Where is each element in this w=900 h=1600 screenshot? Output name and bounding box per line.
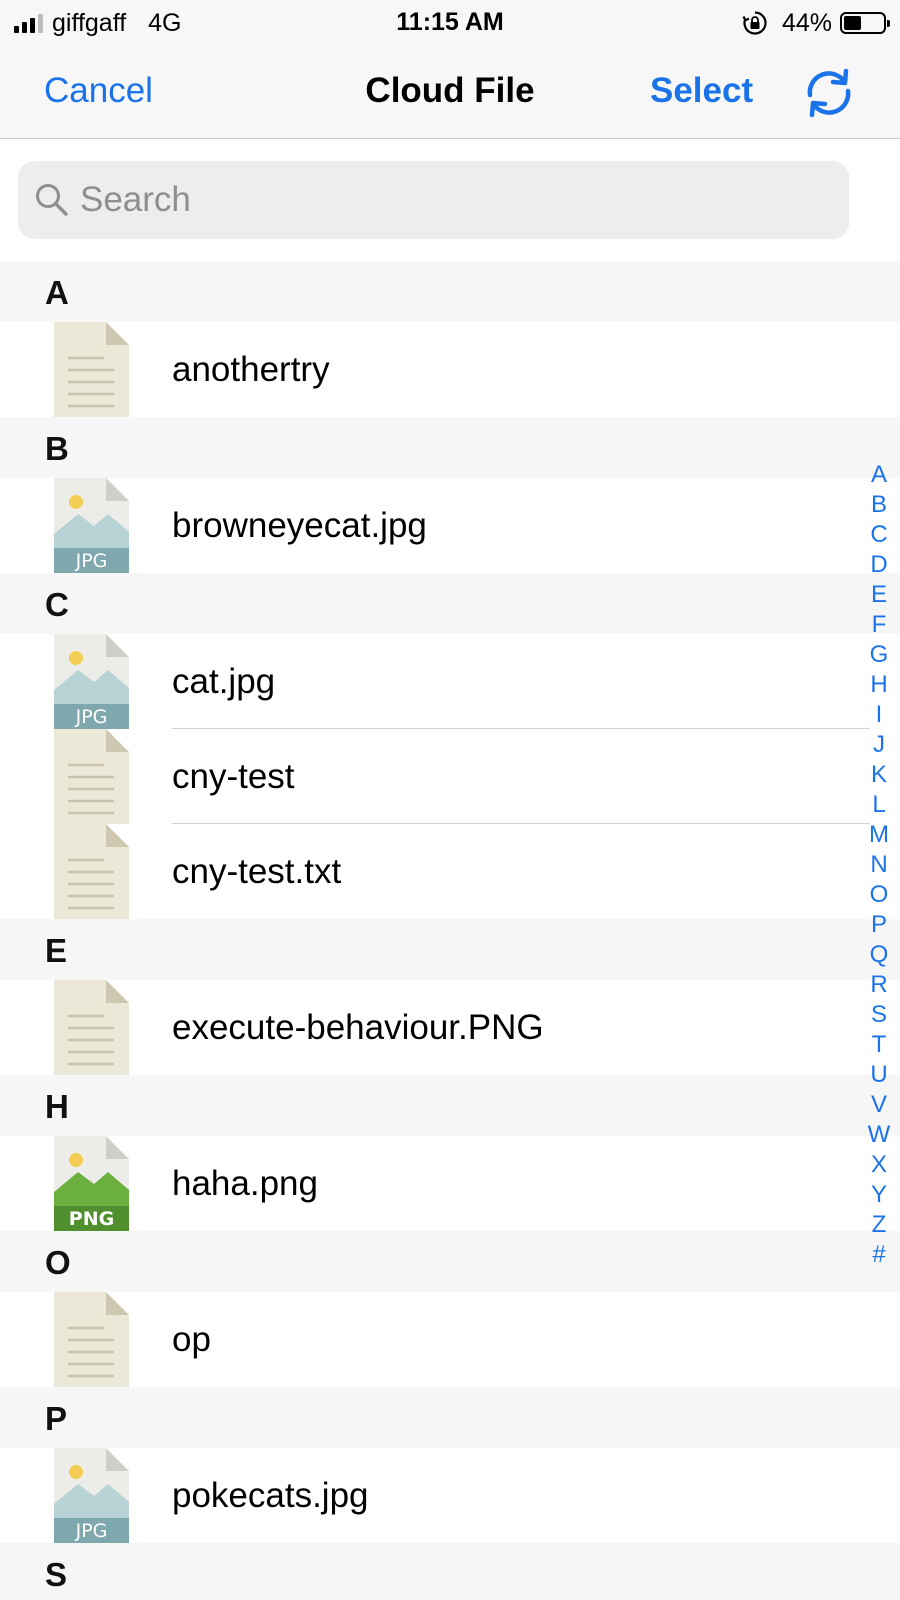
document-icon — [54, 729, 129, 824]
index-letter[interactable]: J — [864, 730, 894, 760]
jpg-image-icon: JPG — [54, 1448, 129, 1543]
jpg-image-icon: JPG — [54, 478, 129, 573]
index-letter[interactable]: D — [864, 550, 894, 580]
section-header-e: E — [0, 919, 900, 980]
index-letter[interactable]: S — [864, 1000, 894, 1030]
index-letter[interactable]: L — [864, 790, 894, 820]
svg-text:JPG: JPG — [75, 550, 108, 572]
index-letter[interactable]: Z — [864, 1210, 894, 1240]
document-icon — [54, 824, 129, 919]
file-name: haha.png — [172, 1164, 318, 1203]
png-image-icon: PNG — [54, 1136, 129, 1231]
file-name: anothertry — [172, 350, 330, 389]
index-letter[interactable]: K — [864, 760, 894, 790]
index-letter[interactable]: N — [864, 850, 894, 880]
select-button[interactable]: Select — [650, 70, 753, 112]
document-icon — [54, 322, 129, 417]
index-letter[interactable]: # — [864, 1240, 894, 1270]
file-name: cny-test — [172, 757, 295, 796]
page-title: Cloud File — [365, 71, 535, 110]
section-header-o: O — [0, 1231, 900, 1292]
search-area — [0, 139, 900, 261]
file-row[interactable]: PNG haha.png — [0, 1136, 900, 1231]
orientation-lock-icon — [742, 11, 767, 35]
file-name: cat.jpg — [172, 662, 276, 701]
battery-icon — [840, 12, 890, 34]
file-name: browneyecat.jpg — [172, 506, 427, 545]
status-right: 44% — [742, 8, 890, 38]
index-letter[interactable]: C — [864, 520, 894, 550]
index-letter[interactable]: P — [864, 910, 894, 940]
index-letter[interactable]: W — [864, 1120, 894, 1150]
refresh-icon[interactable] — [802, 66, 856, 120]
search-field[interactable] — [18, 161, 849, 239]
file-row[interactable]: JPG pokecats.jpg — [0, 1448, 900, 1543]
file-name: cny-test.txt — [172, 852, 342, 891]
file-name: execute-behaviour.PNG — [172, 1008, 544, 1047]
battery-percent: 44% — [781, 9, 832, 37]
file-row[interactable]: JPG cat.jpg — [0, 634, 900, 729]
svg-text:JPG: JPG — [75, 706, 108, 728]
index-letter[interactable]: R — [864, 970, 894, 1000]
svg-text:JPG: JPG — [75, 1520, 108, 1542]
file-row[interactable]: anothertry — [0, 322, 900, 417]
index-letter[interactable]: B — [864, 490, 894, 520]
section-header-s: S — [0, 1543, 900, 1600]
document-icon — [54, 1292, 129, 1387]
index-letter[interactable]: T — [864, 1030, 894, 1060]
index-letter[interactable]: H — [864, 670, 894, 700]
section-header-a: A — [0, 261, 900, 322]
file-row[interactable]: JPG browneyecat.jpg — [0, 478, 900, 573]
index-letter[interactable]: F — [864, 610, 894, 640]
file-row[interactable]: cny-test.txt — [0, 824, 900, 919]
search-icon — [36, 184, 68, 216]
section-header-h: H — [0, 1075, 900, 1136]
status-bar: giffgaff 4G 11:15 AM 44% — [0, 0, 900, 46]
file-row[interactable]: cny-test — [0, 729, 900, 824]
index-letter[interactable]: O — [864, 880, 894, 910]
index-letter[interactable]: I — [864, 700, 894, 730]
index-letter[interactable]: U — [864, 1060, 894, 1090]
index-letter[interactable]: X — [864, 1150, 894, 1180]
section-index[interactable]: A B C D E F G H I J K L M N O P Q R S T U V W X Y Z # — [864, 460, 894, 1270]
file-list: A anothertry B JPG browneyecat.jpg C J PG… — [0, 261, 900, 1600]
section-header-c: C — [0, 573, 900, 634]
file-row[interactable]: op — [0, 1292, 900, 1387]
svg-text:PNG: PNG — [69, 1208, 114, 1230]
file-name: pokecats.jpg — [172, 1476, 369, 1515]
document-icon — [54, 980, 129, 1075]
index-letter[interactable]: G — [864, 640, 894, 670]
section-header-p: P — [0, 1387, 900, 1448]
section-header-b: B — [0, 417, 900, 478]
index-letter[interactable]: Q — [864, 940, 894, 970]
index-letter[interactable]: V — [864, 1090, 894, 1120]
search-input[interactable] — [80, 161, 830, 239]
file-name: op — [172, 1320, 211, 1359]
index-letter[interactable]: A — [864, 460, 894, 490]
file-row[interactable]: execute-behaviour.PNG — [0, 980, 900, 1075]
index-letter[interactable]: Y — [864, 1180, 894, 1210]
index-letter[interactable]: M — [864, 820, 894, 850]
jpg-image-icon: JPG — [54, 634, 129, 729]
navigation-bar: Cancel Cloud File Select — [0, 46, 900, 139]
index-letter[interactable]: E — [864, 580, 894, 610]
